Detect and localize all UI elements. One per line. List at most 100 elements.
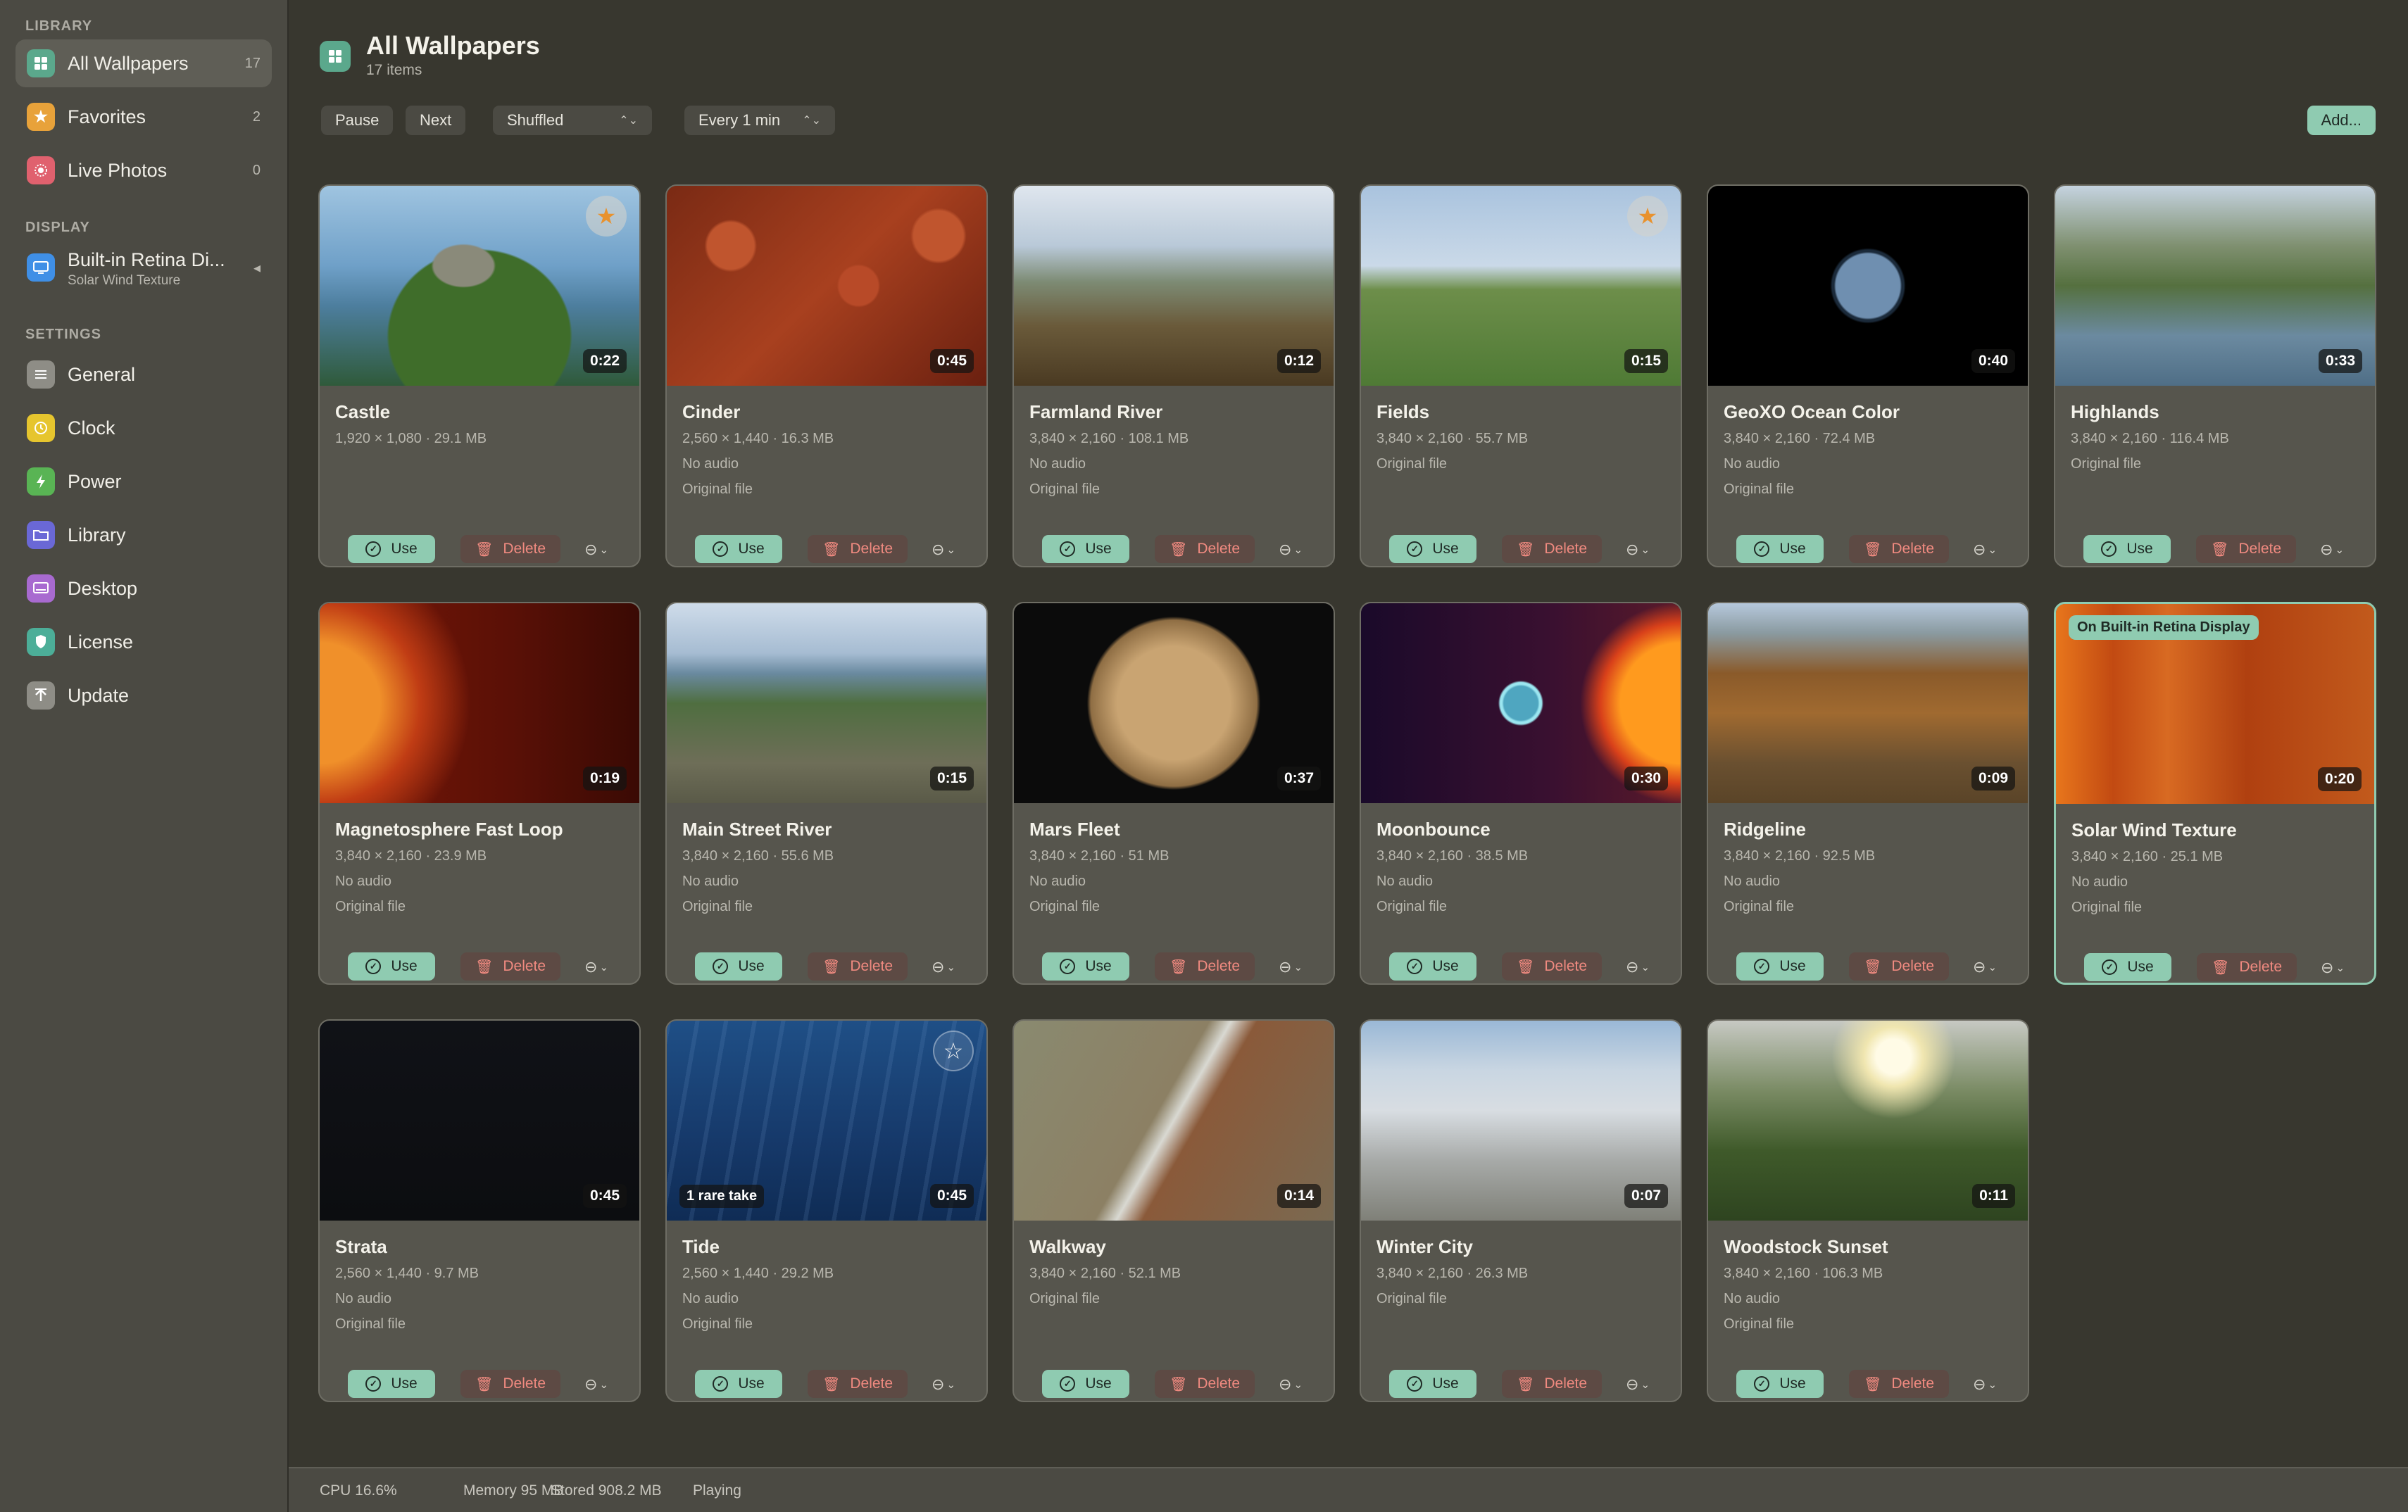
sidebar-item-favorites[interactable]: ★ Favorites 2 (15, 93, 272, 141)
use-button[interactable]: ✓ Use (695, 535, 782, 563)
wallpaper-card[interactable]: On Built-in Retina Display 0:20 Solar Wind… (2054, 602, 2376, 985)
more-options-button[interactable]: ⊖ ⌄ (1626, 539, 1665, 560)
use-button[interactable]: ✓ Use (348, 535, 435, 563)
delete-button[interactable]: 🗑 Delete (1502, 535, 1602, 563)
wallpaper-card[interactable]: 0:11 Woodstock Sunset 3,840 × 2,160 · 106.… (1707, 1019, 2029, 1402)
favorite-star-icon[interactable]: ★ (1627, 196, 1668, 237)
wallpaper-card[interactable]: 0:33 Highlands 3,840 × 2,160 · 116.4 MB Ori… (2054, 184, 2376, 567)
wallpaper-thumbnail[interactable]: 0:33 (2055, 186, 2375, 386)
sidebar-item-display[interactable]: Built-in Retina Di... Solar Wind Texture… (15, 239, 272, 296)
more-options-button[interactable]: ⊖ ⌄ (1626, 1374, 1665, 1395)
wallpaper-thumbnail[interactable]: 0:07 (1361, 1021, 1681, 1221)
more-options-button[interactable]: ⊖ ⌄ (2320, 539, 2359, 560)
use-button[interactable]: ✓ Use (1389, 952, 1476, 981)
wallpaper-card[interactable]: ★ 0:22 Castle 1,920 × 1,080 · 29.1 MB ✓ Use 🗑 D… (318, 184, 641, 567)
more-options-button[interactable]: ⊖ ⌄ (932, 957, 971, 978)
wallpaper-card[interactable]: 0:45 Strata 2,560 × 1,440 · 9.7 MB No audio… (318, 1019, 641, 1402)
more-options-button[interactable]: ⊖ ⌄ (2321, 957, 2360, 978)
delete-button[interactable]: 🗑 Delete (460, 1370, 560, 1398)
delete-button[interactable]: 🗑 Delete (460, 952, 560, 981)
wallpaper-card[interactable]: 0:07 Winter City 3,840 × 2,160 · 26.3 MB Or… (1360, 1019, 1682, 1402)
use-button[interactable]: ✓ Use (348, 1370, 435, 1398)
mute-icon[interactable]: ◂ (253, 259, 261, 277)
wallpaper-thumbnail[interactable]: 0:40 (1708, 186, 2028, 386)
delete-button[interactable]: 🗑 Delete (2196, 535, 2296, 563)
use-button[interactable]: ✓ Use (1042, 1370, 1129, 1398)
use-button[interactable]: ✓ Use (1736, 1370, 1824, 1398)
delete-button[interactable]: 🗑 Delete (1155, 535, 1255, 563)
wallpaper-thumbnail[interactable]: 0:45 (320, 1021, 639, 1221)
favorite-star-outline-icon[interactable]: ☆ (933, 1031, 974, 1071)
delete-button[interactable]: 🗑 Delete (1155, 952, 1255, 981)
wallpaper-card[interactable]: 0:19 Magnetosphere Fast Loop 3,840 × 2,160… (318, 602, 641, 985)
use-button[interactable]: ✓ Use (1736, 952, 1824, 981)
wallpaper-card[interactable]: 0:40 GeoXO Ocean Color 3,840 × 2,160 · 72.… (1707, 184, 2029, 567)
delete-button[interactable]: 🗑 Delete (1502, 952, 1602, 981)
sidebar-item-live-photos[interactable]: Live Photos 0 (15, 146, 272, 194)
wallpaper-thumbnail[interactable]: On Built-in Retina Display 0:20 (2056, 604, 2374, 804)
wallpaper-thumbnail[interactable]: 0:12 (1014, 186, 1334, 386)
next-button[interactable]: Next (406, 106, 466, 135)
more-options-button[interactable]: ⊖ ⌄ (1973, 957, 2012, 978)
wallpaper-thumbnail[interactable]: ★ 0:15 (1361, 186, 1681, 386)
delete-button[interactable]: 🗑 Delete (808, 535, 908, 563)
wallpaper-card[interactable]: 0:09 Ridgeline 3,840 × 2,160 · 92.5 MB No a… (1707, 602, 2029, 985)
delete-button[interactable]: 🗑 Delete (460, 535, 560, 563)
delete-button[interactable]: 🗑 Delete (1849, 952, 1949, 981)
more-options-button[interactable]: ⊖ ⌄ (584, 957, 624, 978)
delete-button[interactable]: 🗑 Delete (1849, 535, 1949, 563)
wallpaper-card[interactable]: ★ 0:15 Fields 3,840 × 2,160 · 55.7 MB Origin… (1360, 184, 1682, 567)
wallpaper-card[interactable]: ☆ 1 rare take 0:45 Tide 2,560 × 1,440 · 29.2… (665, 1019, 988, 1402)
more-options-button[interactable]: ⊖ ⌄ (1279, 1374, 1318, 1395)
sidebar-item-license[interactable]: License (15, 618, 272, 666)
wallpaper-thumbnail[interactable]: 0:11 (1708, 1021, 2028, 1221)
delete-button[interactable]: 🗑 Delete (1155, 1370, 1255, 1398)
use-button[interactable]: ✓ Use (1042, 952, 1129, 981)
more-options-button[interactable]: ⊖ ⌄ (1973, 1374, 2012, 1395)
use-button[interactable]: ✓ Use (1389, 535, 1476, 563)
wallpaper-card[interactable]: 0:15 Main Street River 3,840 × 2,160 · 55.… (665, 602, 988, 985)
use-button[interactable]: ✓ Use (695, 1370, 782, 1398)
use-button[interactable]: ✓ Use (1736, 535, 1824, 563)
delete-button[interactable]: 🗑 Delete (808, 1370, 908, 1398)
use-button[interactable]: ✓ Use (2083, 535, 2171, 563)
wallpaper-thumbnail[interactable]: ☆ 1 rare take 0:45 (667, 1021, 986, 1221)
wallpaper-card[interactable]: 0:30 Moonbounce 3,840 × 2,160 · 38.5 MB No … (1360, 602, 1682, 985)
interval-select[interactable]: Every 1 min ⌃⌄ (684, 106, 835, 135)
wallpaper-card[interactable]: 0:12 Farmland River 3,840 × 2,160 · 108.1 … (1012, 184, 1335, 567)
use-button[interactable]: ✓ Use (695, 952, 782, 981)
order-select[interactable]: Shuffled ⌃⌄ (493, 106, 652, 135)
use-button[interactable]: ✓ Use (2084, 953, 2171, 981)
wallpaper-card[interactable]: 0:37 Mars Fleet 3,840 × 2,160 · 51 MB No au… (1012, 602, 1335, 985)
more-options-button[interactable]: ⊖ ⌄ (932, 539, 971, 560)
more-options-button[interactable]: ⊖ ⌄ (1973, 539, 2012, 560)
delete-button[interactable]: 🗑 Delete (1849, 1370, 1949, 1398)
wallpaper-thumbnail[interactable]: 0:09 (1708, 603, 2028, 803)
delete-button[interactable]: 🗑 Delete (808, 952, 908, 981)
add-button[interactable]: Add... (2307, 106, 2376, 135)
wallpaper-thumbnail[interactable]: 0:30 (1361, 603, 1681, 803)
more-options-button[interactable]: ⊖ ⌄ (1626, 957, 1665, 978)
wallpaper-thumbnail[interactable]: 0:15 (667, 603, 986, 803)
sidebar-item-library[interactable]: Library (15, 511, 272, 559)
wallpaper-thumbnail[interactable]: 0:19 (320, 603, 639, 803)
sidebar-item-power[interactable]: Power (15, 458, 272, 505)
pause-button[interactable]: Pause (321, 106, 394, 135)
use-button[interactable]: ✓ Use (348, 952, 435, 981)
sidebar-item-update[interactable]: Update (15, 672, 272, 719)
wallpaper-card[interactable]: 0:14 Walkway 3,840 × 2,160 · 52.1 MB Origin… (1012, 1019, 1335, 1402)
sidebar-item-general[interactable]: General (15, 351, 272, 398)
more-options-button[interactable]: ⊖ ⌄ (932, 1374, 971, 1395)
sidebar-item-desktop[interactable]: Desktop (15, 565, 272, 612)
wallpaper-thumbnail[interactable]: 0:37 (1014, 603, 1334, 803)
wallpaper-thumbnail[interactable]: 0:14 (1014, 1021, 1334, 1221)
wallpaper-card[interactable]: 0:45 Cinder 2,560 × 1,440 · 16.3 MB No audi… (665, 184, 988, 567)
more-options-button[interactable]: ⊖ ⌄ (584, 1374, 624, 1395)
sidebar-item-clock[interactable]: Clock (15, 404, 272, 452)
delete-button[interactable]: 🗑 Delete (1502, 1370, 1602, 1398)
wallpaper-thumbnail[interactable]: ★ 0:22 (320, 186, 639, 386)
more-options-button[interactable]: ⊖ ⌄ (1279, 957, 1318, 978)
more-options-button[interactable]: ⊖ ⌄ (1279, 539, 1318, 560)
delete-button[interactable]: 🗑 Delete (2197, 953, 2297, 981)
wallpaper-thumbnail[interactable]: 0:45 (667, 186, 986, 386)
